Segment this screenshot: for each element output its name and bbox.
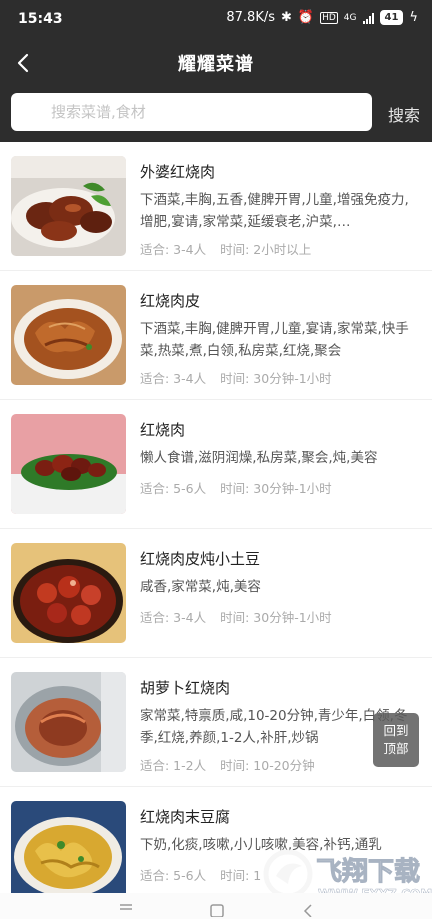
list-item[interactable]: 外婆红烧肉 下酒菜,丰胸,五香,健脾开胃,儿童,增强免疫力,增肥,宴请,家常菜,…	[0, 142, 432, 271]
list-item[interactable]: 红烧肉 懒人食谱,滋阴润燥,私房菜,聚会,炖,美容 适合: 5-6人 时间: 30…	[0, 400, 432, 529]
recipe-tags: 懒人食谱,滋阴润燥,私房菜,聚会,炖,美容	[140, 450, 378, 466]
alarm-icon: ⏰	[297, 10, 315, 25]
search-row: 搜索	[0, 93, 432, 133]
recipe-tags: 咸香,家常菜,炖,美容	[140, 579, 261, 595]
recipe-image	[11, 801, 126, 901]
recipe-tags: 下酒菜,丰胸,健脾开胃,儿童,宴请,家常菜,快手菜,热菜,煮,白领,私房菜,红烧…	[140, 321, 409, 359]
battery-icon: 41	[379, 10, 404, 25]
recipe-time: 时间: 2小时以上	[220, 242, 312, 257]
bluetooth-icon: ✱	[281, 10, 292, 25]
list-item[interactable]: 红烧肉皮 下酒菜,丰胸,健脾开胃,儿童,宴请,家常菜,快手菜,热菜,煮,白领,私…	[0, 271, 432, 400]
search-button[interactable]: 搜索	[388, 102, 420, 126]
back-to-top-label-1: 回到	[383, 723, 409, 738]
system-nav-bar	[0, 893, 432, 919]
recipe-time: 时间: 10-20分钟	[220, 758, 315, 773]
home-icon[interactable]	[209, 903, 225, 917]
charging-icon: ϟ	[409, 10, 418, 25]
signal-icon	[362, 12, 374, 24]
recipe-name: 胡萝卜红烧肉	[140, 679, 231, 697]
recipe-time: 时间: 30分钟-1小时	[220, 371, 332, 386]
status-bar: 15:43 87.8K/s ✱ ⏰ HD 4G 41 ϟ	[0, 0, 432, 38]
back-nav-icon[interactable]	[300, 903, 316, 917]
recipe-meta: 适合: 5-6人 时间: 1	[140, 865, 261, 884]
page-title: 耀耀菜谱	[178, 54, 254, 75]
recipe-tags: 下酒菜,丰胸,五香,健脾开胃,儿童,增强免疫力,增肥,宴请,家常菜,延缓衰老,沪…	[140, 192, 409, 230]
recipe-serves: 适合: 3-4人	[140, 242, 207, 257]
recipe-name: 外婆红烧肉	[140, 163, 216, 181]
network-type: 4G	[343, 12, 357, 23]
title-bar: 耀耀菜谱	[0, 38, 432, 88]
recipe-time: 时间: 30分钟-1小时	[220, 610, 332, 625]
recipe-serves: 适合: 3-4人	[140, 610, 207, 625]
recipe-time: 时间: 30分钟-1小时	[220, 481, 332, 496]
recipe-meta: 适合: 1-2人 时间: 10-20分钟	[140, 755, 315, 774]
recipe-image	[11, 672, 126, 772]
recipe-serves: 适合: 5-6人	[140, 868, 207, 883]
list-item[interactable]: 红烧肉皮炖小土豆 咸香,家常菜,炖,美容 适合: 3-4人 时间: 30分钟-1小…	[0, 529, 432, 658]
status-icons: 87.8K/s ✱ ⏰ HD 4G 41 ϟ	[226, 10, 418, 25]
app-header: 15:43 87.8K/s ✱ ⏰ HD 4G 41 ϟ 耀耀菜谱 搜索	[0, 0, 432, 142]
search-input[interactable]	[11, 93, 372, 131]
list-item[interactable]: 胡萝卜红烧肉 家常菜,特禀质,咸,10-20分钟,青少年,白领,冬季,红烧,养颜…	[0, 658, 432, 787]
recipe-name: 红烧肉皮炖小土豆	[140, 550, 261, 568]
recipe-name: 红烧肉末豆腐	[140, 808, 231, 826]
recipe-meta: 适合: 3-4人 时间: 2小时以上	[140, 239, 311, 258]
watermark-text: 飞翔下载	[316, 857, 420, 887]
recipe-serves: 适合: 5-6人	[140, 481, 207, 496]
recipe-serves: 适合: 1-2人	[140, 758, 207, 773]
recipe-list: 外婆红烧肉 下酒菜,丰胸,五香,健脾开胃,儿童,增强免疫力,增肥,宴请,家常菜,…	[0, 142, 432, 916]
recipe-image	[11, 285, 126, 385]
recipe-image	[11, 543, 126, 643]
recipe-name: 红烧肉皮	[140, 292, 201, 310]
network-speed: 87.8K/s	[226, 10, 275, 25]
recipe-image	[11, 414, 126, 514]
status-time: 15:43	[18, 11, 63, 27]
recipe-meta: 适合: 3-4人 时间: 30分钟-1小时	[140, 607, 332, 626]
recipe-serves: 适合: 3-4人	[140, 371, 207, 386]
recipe-time: 时间: 1	[220, 868, 262, 883]
recipe-meta: 适合: 5-6人 时间: 30分钟-1小时	[140, 478, 332, 497]
menu-icon[interactable]	[118, 903, 134, 915]
recipe-meta: 适合: 3-4人 时间: 30分钟-1小时	[140, 368, 332, 387]
back-to-top-label-2: 顶部	[383, 741, 409, 756]
hd-icon: HD	[320, 11, 338, 24]
recipe-name: 红烧肉	[140, 421, 186, 439]
back-to-top-button[interactable]: 回到 顶部	[373, 713, 419, 767]
recipe-image	[11, 156, 126, 256]
